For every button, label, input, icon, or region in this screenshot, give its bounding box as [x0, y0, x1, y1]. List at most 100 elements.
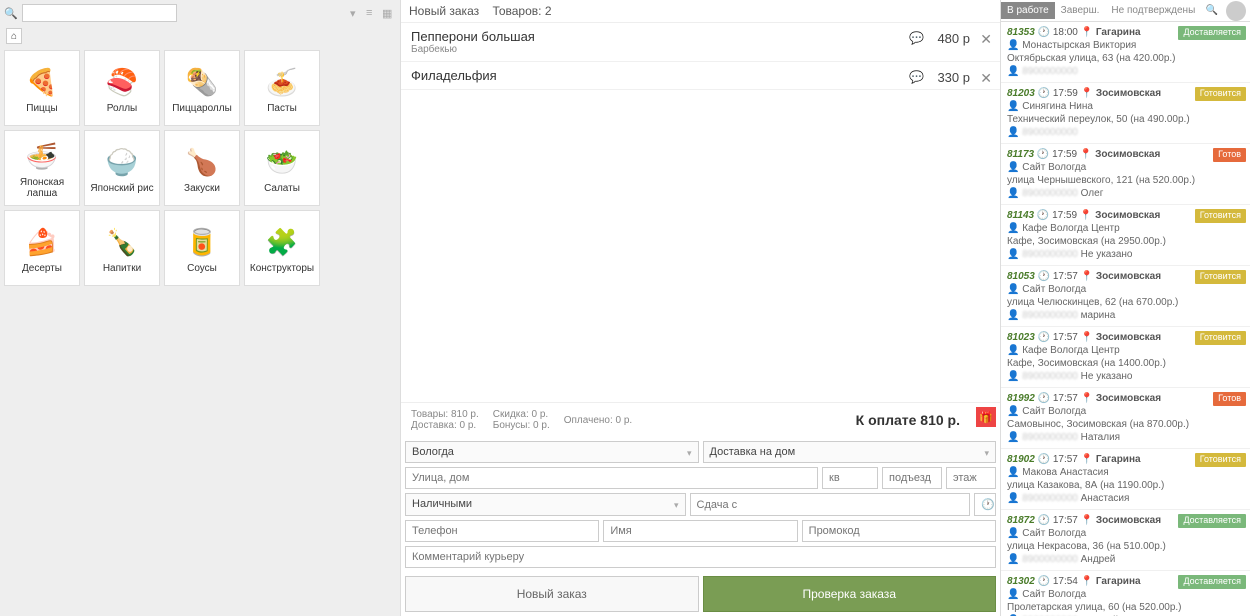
promo-input[interactable]: [802, 520, 996, 542]
tab-done[interactable]: Заверш.: [1055, 2, 1106, 19]
order-id: 81353: [1007, 27, 1035, 38]
status-badge: Готов: [1213, 392, 1246, 406]
category-tile[interactable]: 🍕 Пиццы: [4, 50, 80, 126]
orders-queue-panel: В работе Заверш. Не подтверждены 🔍 81353…: [1000, 0, 1250, 616]
remove-item-button[interactable]: ✕: [980, 70, 992, 87]
address-input[interactable]: [405, 467, 818, 489]
status-badge: Готов: [1213, 148, 1246, 162]
clock-icon: 🕐: [1037, 210, 1049, 221]
svg-text:🍾: 🍾: [106, 227, 138, 257]
item-price: 480 р: [937, 31, 970, 46]
status-badge: Доставляется: [1178, 575, 1246, 589]
delivery-type-select[interactable]: Доставка на дом▾: [703, 441, 997, 463]
order-address: улица Челюскинцев, 62 (на 670.00р.): [1007, 296, 1244, 309]
queue-order[interactable]: 81872 🕐 17:57 📍 Зосимовская👤 Сайт Вологд…: [1001, 510, 1250, 571]
order-contact: 👤 8900000000: [1007, 126, 1244, 139]
category-tile[interactable]: 🍣Роллы: [84, 50, 160, 126]
category-tile[interactable]: 🥗Салаты: [244, 130, 320, 206]
order-contact: 👤 8900000000: [1007, 65, 1244, 78]
order-location: Зосимовская: [1096, 88, 1161, 99]
queue-order[interactable]: 81203 🕐 17:59 📍 Зосимовская👤 Синягина Ни…: [1001, 83, 1250, 144]
order-address: Технический переулок, 50 (на 490.00р.): [1007, 113, 1244, 126]
comment-input[interactable]: [405, 546, 996, 568]
category-tile[interactable]: 🍚Японский рис: [84, 130, 160, 206]
order-contact: 👤 8900000000 Наталия: [1007, 431, 1244, 444]
order-address: Пролетарская улица, 60 (на 520.00р.): [1007, 601, 1244, 614]
svg-text:🍚: 🍚: [106, 147, 139, 177]
status-badge: Доставляется: [1178, 26, 1246, 40]
queue-search-icon[interactable]: 🔍: [1202, 3, 1222, 18]
new-order-button[interactable]: Новый заказ: [405, 576, 699, 612]
svg-text:🍕: 🍕: [26, 67, 58, 97]
category-tile[interactable]: 🍾 Напитки: [84, 210, 160, 286]
payment-select[interactable]: Наличными▾: [405, 493, 686, 516]
category-icon: 🥫: [183, 223, 221, 261]
queue-order[interactable]: 81353 🕐 18:00 📍 Гагарина👤 Монастырская В…: [1001, 22, 1250, 83]
queue-order[interactable]: 81143 🕐 17:59 📍 Зосимовская👤 Кафе Вологд…: [1001, 205, 1250, 266]
phone-input[interactable]: [405, 520, 599, 542]
category-tile[interactable]: 🌯Пиццароллы: [164, 50, 240, 126]
order-address: Кафе, Зосимовская (на 1400.00р.): [1007, 357, 1244, 370]
category-tile[interactable]: 🍝Пасты: [244, 50, 320, 126]
tab-in-work[interactable]: В работе: [1001, 2, 1055, 19]
category-label: Напитки: [103, 263, 141, 274]
entrance-input[interactable]: [882, 467, 942, 489]
queue-order[interactable]: 81302 🕐 17:54 📍 Гагарина👤 Сайт ВологдаПр…: [1001, 571, 1250, 616]
category-icon: 🍾: [103, 223, 141, 261]
avatar[interactable]: [1226, 1, 1246, 21]
category-search-input[interactable]: [22, 4, 177, 22]
category-tile[interactable]: 🍜 Японская лапша: [4, 130, 80, 206]
category-label: Десерты: [22, 263, 62, 274]
apartment-input[interactable]: [822, 467, 878, 489]
order-id: 81053: [1007, 271, 1035, 282]
order-panel: Новый заказ Товаров: 2 Пепперони большая…: [400, 0, 1000, 616]
gift-button[interactable]: 🎁: [976, 407, 996, 427]
home-button[interactable]: ⌂: [6, 28, 22, 44]
queue-order[interactable]: 81992 🕐 17:57 📍 Зосимовская👤 Сайт Вологд…: [1001, 388, 1250, 449]
check-order-button[interactable]: Проверка заказа: [703, 576, 997, 612]
category-label: Пиццы: [26, 103, 57, 114]
orders-list: 81353 🕐 18:00 📍 Гагарина👤 Монастырская В…: [1001, 22, 1250, 616]
order-time: 17:57: [1053, 515, 1078, 526]
category-label: Японская лапша: [5, 177, 79, 199]
order-address: улица Чернышевского, 121 (на 520.00р.): [1007, 174, 1244, 187]
total-discount: Скидка: 0 р.: [493, 409, 550, 420]
tab-unconfirmed[interactable]: Не подтверждены: [1105, 2, 1201, 19]
name-input[interactable]: [603, 520, 797, 542]
category-tile[interactable]: 🍰Десерты: [4, 210, 80, 286]
time-button[interactable]: 🕐: [974, 493, 996, 516]
filter-icon[interactable]: ▾: [350, 7, 364, 19]
svg-text:🌯: 🌯: [186, 67, 218, 98]
queue-order[interactable]: 81902 🕐 17:57 📍 Гагарина👤 Макова Анастас…: [1001, 449, 1250, 510]
change-input[interactable]: [690, 493, 971, 516]
comment-icon[interactable]: 💬: [909, 70, 924, 84]
category-tile[interactable]: 🍗Закуски: [164, 130, 240, 206]
order-customer: 👤 Кафе Вологда Центр: [1007, 344, 1244, 357]
order-id: 81203: [1007, 88, 1035, 99]
chevron-down-icon: ▾: [674, 500, 679, 511]
order-location: Гагарина: [1096, 576, 1141, 587]
status-badge: Готовится: [1195, 270, 1246, 284]
order-contact: 👤 8900000000 Анастасия: [1007, 492, 1244, 505]
category-label: Роллы: [107, 103, 137, 114]
category-tile[interactable]: 🥫Соусы: [164, 210, 240, 286]
city-select[interactable]: Вологда▾: [405, 441, 699, 463]
list-view-icon[interactable]: ≡: [366, 7, 380, 19]
comment-icon[interactable]: 💬: [909, 31, 924, 45]
order-item[interactable]: Пепперони большаяБарбекью💬480 р✕: [401, 23, 1000, 62]
order-location: Зосимовская: [1096, 515, 1161, 526]
floor-input[interactable]: [946, 467, 996, 489]
remove-item-button[interactable]: ✕: [980, 31, 992, 48]
svg-text:🍜: 🍜: [26, 141, 58, 171]
queue-order[interactable]: 81053 🕐 17:57 📍 Зосимовская👤 Сайт Вологд…: [1001, 266, 1250, 327]
category-label: Конструкторы: [250, 263, 314, 274]
grid-view-icon[interactable]: ▦: [382, 7, 396, 19]
category-tile[interactable]: 🧩Конструкторы: [244, 210, 320, 286]
queue-order[interactable]: 81173 🕐 17:59 📍 Зосимовская👤 Сайт Вологд…: [1001, 144, 1250, 205]
order-address: Кафе, Зосимовская (на 2950.00р.): [1007, 235, 1244, 248]
queue-order[interactable]: 81023 🕐 17:57 📍 Зосимовская👤 Кафе Вологд…: [1001, 327, 1250, 388]
order-location: Зосимовская: [1096, 271, 1161, 282]
location-icon: 📍: [1081, 88, 1093, 99]
order-address: Октябрьская улица, 63 (на 420.00р.): [1007, 52, 1244, 65]
order-item[interactable]: Филадельфия💬330 р✕: [401, 62, 1000, 90]
